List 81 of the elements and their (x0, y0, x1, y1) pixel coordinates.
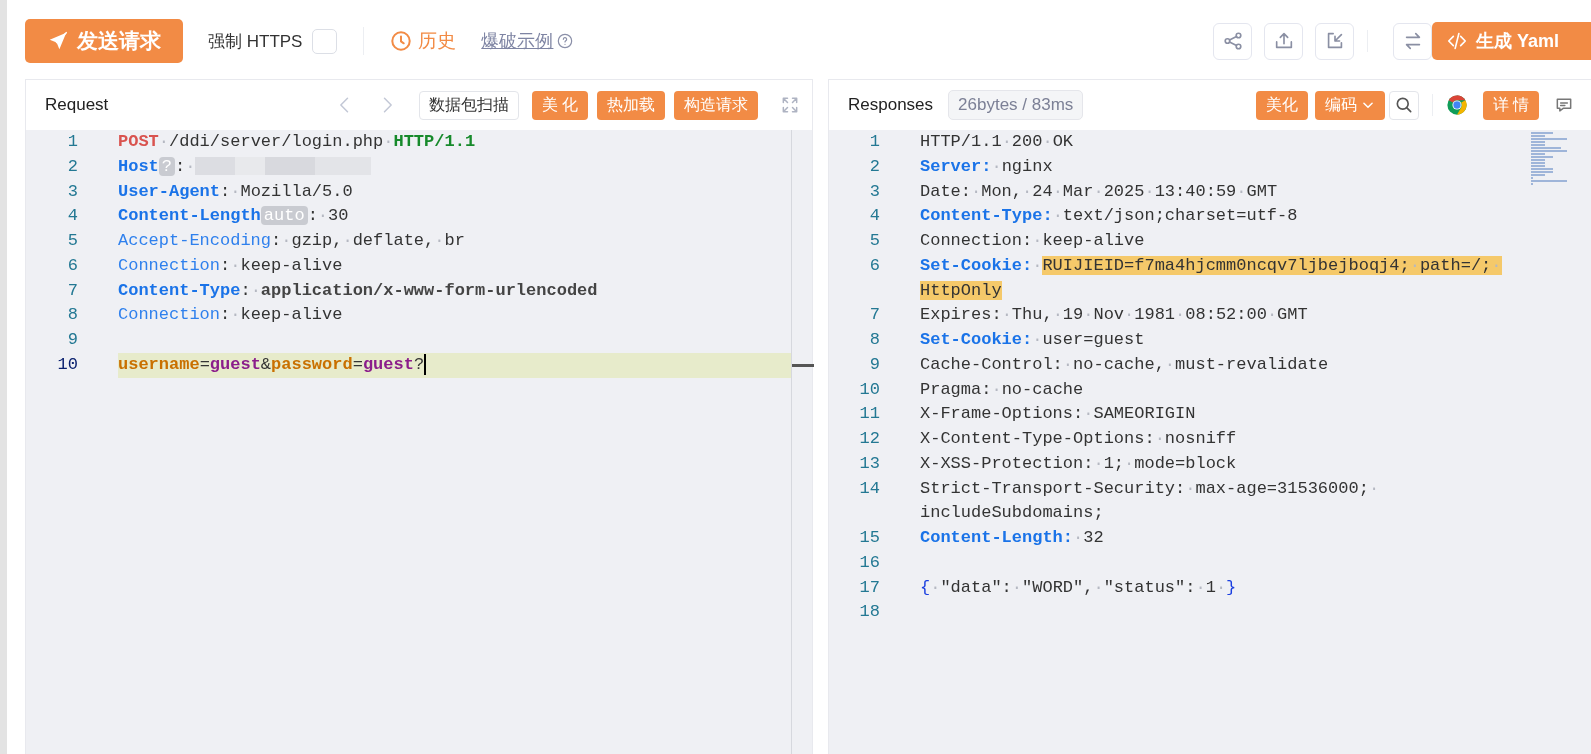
code-line: HTTP/1.1·200·OK (920, 131, 1075, 153)
send-icon (47, 30, 69, 52)
code-line: Connection:·keep-alive (920, 230, 1146, 252)
line-number: 16 (858, 551, 880, 574)
comment-icon (1554, 95, 1574, 115)
code-line: Content-Type:·application/x-www-form-urlencoded (118, 279, 598, 302)
code-line: Content-Type:·text/json;charset=utf-8 (920, 205, 1299, 228)
generate-yaml-button[interactable]: 生成 Yaml (1432, 22, 1591, 60)
code-line: X-XSS-Protection:·1;·mode=block (920, 452, 1238, 475)
action-button[interactable]: 热加载 (597, 90, 665, 120)
code-line: username=guest&password=guest? (118, 352, 427, 377)
code-line: Cache-Control:·no-cache,·must-revalidate (920, 353, 1330, 376)
share-icon (1221, 30, 1244, 52)
action-button[interactable]: 美 化 (531, 90, 588, 120)
share-button[interactable] (1213, 22, 1252, 60)
line-number: 1 (66, 131, 78, 153)
panel-title: Request (45, 95, 109, 115)
line-number: 7 (66, 279, 78, 302)
line-number: 8 (66, 304, 78, 327)
code-line: Date:·Mon,·24·Mar·2025·13:40:59·GMT (920, 180, 1279, 203)
line-number: 15 (858, 527, 880, 549)
line-number: 10 (858, 378, 880, 401)
force-https-label: 强制 HTTPS (208, 30, 303, 53)
line-number: 5 (868, 230, 880, 252)
code-line: Server:·nginx (920, 155, 1054, 178)
panel-title: Responses (848, 95, 934, 115)
code-line: Set-Cookie:·RUIJIEID=f7ma4hjcmm0ncqv7ljbejboqj4;·path=/;· HttpOnly (920, 254, 1503, 302)
line-number: 9 (868, 353, 880, 376)
line-number: 3 (868, 180, 880, 203)
code-line: POST·/ddi/server/login.php·HTTP/1.1 (118, 131, 476, 153)
line-number: 2 (868, 155, 880, 178)
fullscreen-icon (780, 95, 800, 115)
line-number: 9 (66, 329, 78, 351)
example-link[interactable]: 爆破示例 (481, 29, 554, 53)
line-number: 5 (66, 230, 78, 252)
line-number: 10 (56, 353, 78, 376)
line-number: 3 (66, 180, 78, 203)
line-number: 1 (868, 131, 880, 153)
code-line: Pragma:·no-cache (920, 378, 1085, 401)
upload-button[interactable] (1264, 22, 1303, 60)
code-line: Connection:·keep-alive (118, 304, 343, 327)
line-number: 6 (66, 254, 78, 277)
line-number: 4 (868, 205, 880, 228)
minimap (1531, 130, 1567, 186)
code-line: Content-Length:·32 (920, 527, 1105, 549)
response-stats: 26bytes / 83ms (948, 90, 1084, 120)
clock-icon (390, 30, 413, 52)
swap-button[interactable] (1393, 22, 1432, 60)
line-number: 6 (868, 254, 880, 277)
encoding-dropdown[interactable]: 编码 (1314, 90, 1385, 120)
code-line: Accept-Encoding:·gzip,·deflate,·br (118, 230, 465, 252)
line-number: 4 (66, 205, 78, 228)
code-line: Strict-Transport-Security:·max-age=31536000;· includeSubdomains; (920, 477, 1381, 525)
code-icon (1446, 30, 1468, 52)
code-line: Set-Cookie:·user=guest (920, 329, 1146, 351)
line-number: 13 (858, 452, 880, 475)
line-number: 8 (868, 329, 880, 351)
force-https-checkbox[interactable] (312, 28, 338, 54)
history-link[interactable]: 历史 (390, 28, 457, 54)
code-line: User-Agent:·Mozilla/5.0 (118, 180, 353, 203)
send-button[interactable]: 发送请求 (25, 19, 183, 63)
action-button[interactable]: 构造请求 (674, 90, 758, 120)
line-number: 12 (858, 428, 880, 450)
line-number: 14 (858, 477, 880, 500)
code-line: X-Content-Type-Options:·nosniff (920, 428, 1238, 450)
code-line: Expires:·Thu,·19·Nov·1981·08:52:00·GMT (920, 304, 1309, 327)
line-number: 7 (868, 304, 880, 327)
scan-button[interactable]: 数据包扫描 (418, 90, 519, 120)
code-line: X-Frame-Options:·SAMEORIGIN (920, 403, 1197, 426)
search-button[interactable] (1388, 90, 1419, 120)
line-number: 18 (858, 601, 880, 624)
browser-icon[interactable] (1445, 94, 1468, 116)
import-button[interactable] (1315, 22, 1354, 60)
code-line: Connection:·keep-alive (118, 254, 343, 277)
action-button[interactable]: 美化 (1255, 90, 1308, 120)
line-number: 2 (66, 155, 78, 178)
line-number: 11 (858, 403, 880, 426)
help-icon (557, 33, 574, 49)
line-number: 17 (858, 576, 880, 599)
action-button[interactable]: 详 情 (1482, 90, 1539, 120)
code-line: {·"data":·"WORD",·"status":·1·} (920, 576, 1238, 599)
